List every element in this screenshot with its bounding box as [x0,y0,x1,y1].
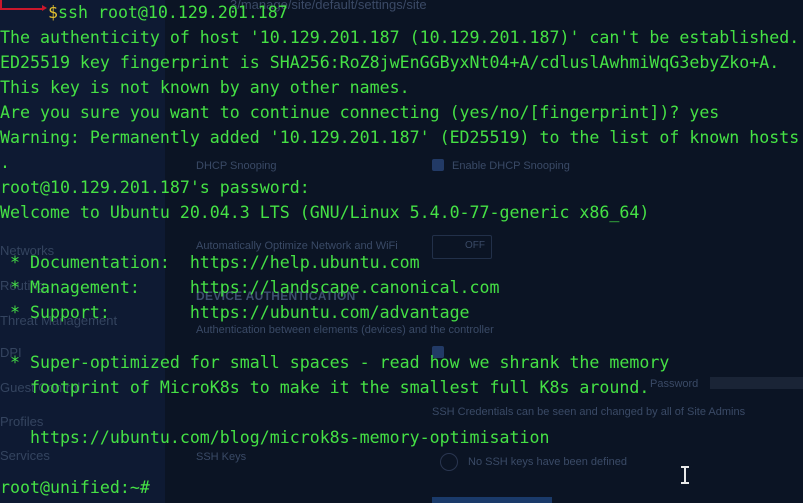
terminal-line: * Super-optimized for small spaces - rea… [0,353,670,372]
terminal-line: * Management: https://landscape.canonica… [0,278,500,297]
terminal-line: * Documentation: https://help.ubuntu.com [0,253,420,272]
terminal-line: * Support: https://ubuntu.com/advantage [0,303,470,322]
terminal-line: Welcome to Ubuntu 20.04.3 LTS (GNU/Linux… [0,203,650,222]
terminal-line: ED25519 key fingerprint is SHA256:RoZ8jw… [0,53,780,72]
terminal-line: root@10.129.201.187's password: [0,178,310,197]
command-text: ssh root@10.129.201.187 [58,3,288,22]
prompt-arrow-icon [42,5,47,11]
terminal-line: This key is not known by any other names… [0,78,410,97]
text-cursor-icon [680,466,690,484]
terminal-line: Are you sure you want to continue connec… [0,103,720,122]
terminal-line: The authenticity of host '10.129.201.187… [0,28,800,47]
command-line: $ssh root@10.129.201.187 [48,0,288,25]
terminal-line: . [0,153,10,172]
terminal-line: Warning: Permanently added '10.129.201.1… [0,128,800,147]
prompt-corner-mark [0,0,42,10]
terminal-window[interactable]: $ssh root@10.129.201.187 The authenticit… [0,0,803,503]
terminal-line: https://ubuntu.com/blog/microk8s-memory-… [0,428,550,447]
terminal-line: root@unified:~# [0,478,150,497]
terminal-line: footprint of MicroK8s to make it the sma… [0,378,650,397]
dollar-sign: $ [48,3,58,22]
